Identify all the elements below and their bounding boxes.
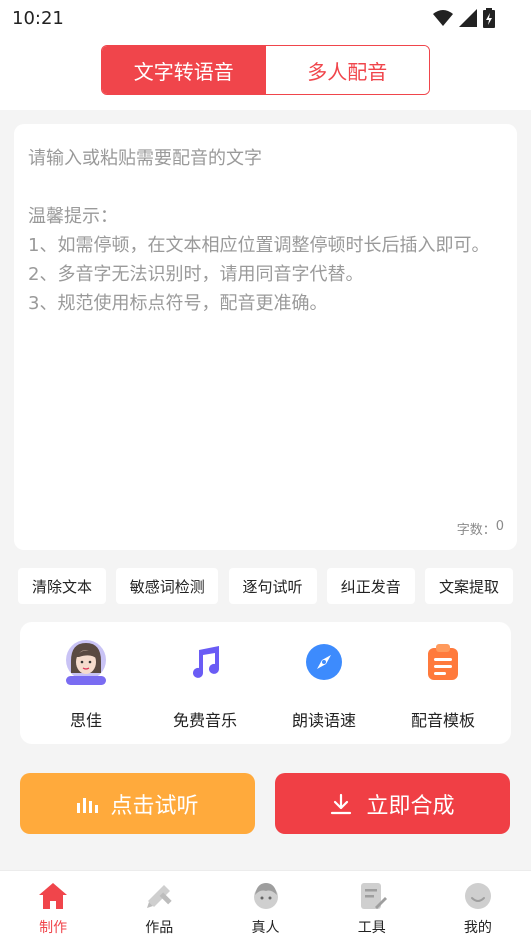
preview-button-label: 点击试听 <box>110 793 199 819</box>
status-bar: 10:21 <box>0 0 531 36</box>
battery-icon <box>483 8 495 28</box>
header: 文字转语音 多人配音 <box>0 36 531 110</box>
text-input-area[interactable]: 请输入或粘贴需要配音的文字 温馨提示： 1、如需停顿，在文本相应位置调整停顿时长… <box>14 124 517 550</box>
status-icons <box>433 8 495 28</box>
text-input-placeholder: 请输入或粘贴需要配音的文字 温馨提示： 1、如需停顿，在文本相应位置调整停顿时长… <box>28 148 490 314</box>
tab-mine[interactable]: 我的 <box>425 871 531 944</box>
tab-create-label: 制作 <box>39 920 68 936</box>
sentence-preview-button[interactable]: 逐句试听 <box>228 568 317 604</box>
document-edit-icon <box>356 880 388 912</box>
reading-speed-button[interactable]: 朗读语速 <box>269 622 379 744</box>
tab-mine-label: 我的 <box>463 920 492 936</box>
extract-copy-button[interactable]: 文案提取 <box>425 568 513 604</box>
synthesize-button[interactable]: 立即合成 <box>275 773 510 834</box>
feature-card: 思佳 免费音乐 朗读语速 配音模板 <box>20 622 511 744</box>
mode-segmented-control: 文字转语音 多人配音 <box>101 45 430 95</box>
audio-bars-icon <box>77 797 99 813</box>
cellular-signal-icon <box>459 9 477 27</box>
char-count-label: 字数： <box>456 523 496 538</box>
correct-pronunciation-button[interactable]: 纠正发音 <box>326 568 415 604</box>
char-count-value: 0 <box>495 519 504 534</box>
avatar-icon <box>63 639 109 685</box>
clear-text-button[interactable]: 清除文本 <box>18 568 106 604</box>
smile-icon <box>462 880 494 912</box>
tab-human-voice-label: 真人 <box>251 920 280 936</box>
compass-icon <box>301 639 347 685</box>
tab-text-to-speech[interactable]: 文字转语音 <box>102 46 266 94</box>
voice-anchor-name: 思佳 <box>69 711 102 730</box>
dubbing-template-button[interactable]: 配音模板 <box>388 622 498 744</box>
tab-create[interactable]: 制作 <box>0 871 106 944</box>
music-note-icon <box>182 639 228 685</box>
text-tools-row: 清除文本 敏感词检测 逐句试听 纠正发音 文案提取 <box>18 568 513 604</box>
free-music-button[interactable]: 免费音乐 <box>150 622 260 744</box>
tab-tools-label: 工具 <box>357 920 386 936</box>
person-icon <box>250 880 282 912</box>
tab-tools[interactable]: 工具 <box>319 871 425 944</box>
tab-works-label: 作品 <box>145 920 174 936</box>
download-icon <box>331 793 352 814</box>
status-time: 10:21 <box>12 8 64 29</box>
dubbing-template-label: 配音模板 <box>410 711 475 730</box>
tab-works[interactable]: 作品 <box>106 871 212 944</box>
wifi-icon <box>433 10 453 26</box>
char-count: 字数： 0 <box>457 519 504 538</box>
tab-multi-voice-dubbing[interactable]: 多人配音 <box>265 46 429 94</box>
tab-human-voice[interactable]: 真人 <box>212 871 318 944</box>
voice-anchor-selector[interactable]: 思佳 <box>31 622 141 744</box>
reading-speed-label: 朗读语速 <box>291 711 356 730</box>
clipboard-icon <box>420 639 466 685</box>
pencil-ruler-icon <box>143 880 175 912</box>
free-music-label: 免费音乐 <box>172 711 237 730</box>
sensitive-word-check-button[interactable]: 敏感词检测 <box>116 568 219 604</box>
bottom-tab-bar: 制作 作品 真人 工具 我的 <box>0 870 531 944</box>
synthesize-button-label: 立即合成 <box>366 793 455 819</box>
home-icon <box>37 880 69 912</box>
preview-button[interactable]: 点击试听 <box>20 773 255 834</box>
